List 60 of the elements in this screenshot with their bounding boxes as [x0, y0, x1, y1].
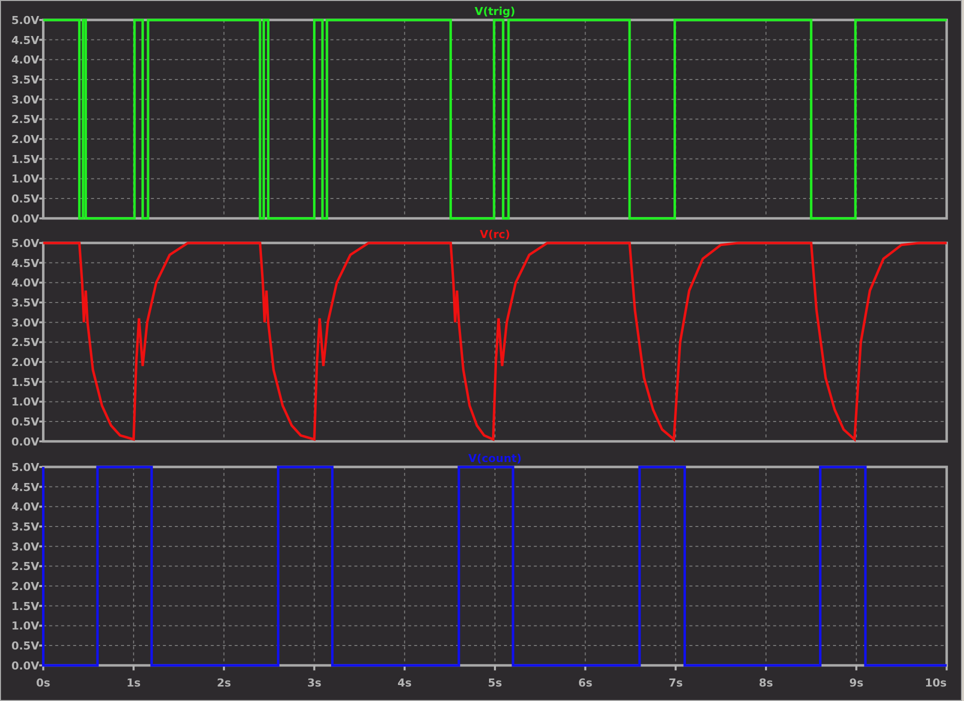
y-tick-label: 1.0V	[11, 172, 40, 186]
x-tick-label: 7s	[668, 676, 683, 690]
y-tick-label: 1.5V	[11, 600, 40, 613]
y-tick-label: 4.0V	[11, 54, 40, 67]
x-tick-label: 4s	[398, 676, 412, 690]
y-tick-label: 1.0V	[11, 396, 40, 410]
y-tick-label: 3.5V	[11, 73, 40, 86]
y-tick-label: 0.0V	[11, 436, 40, 448]
x-tick-label: 9s	[849, 676, 864, 690]
y-tick-label: 3.0V	[11, 93, 40, 106]
tick-mark	[39, 604, 44, 607]
y-tick-label: 4.5V	[11, 34, 40, 47]
x-tick-label: 1s	[126, 676, 141, 690]
y-tick-label: 1.5V	[11, 376, 40, 390]
y-tick-label: 2.5V	[11, 560, 40, 573]
tick-mark	[39, 505, 44, 508]
y-tick-label: 0.0V	[11, 212, 40, 224]
x-tick-label: 0s	[36, 676, 50, 690]
y-tick-label: 0.5V	[11, 192, 40, 206]
x-tick-label: 5s	[488, 676, 502, 690]
tick-mark	[584, 665, 586, 670]
tick-mark	[404, 665, 406, 670]
tick-mark	[39, 644, 44, 646]
y-tick-label: 2.0V	[11, 356, 40, 370]
tick-mark	[39, 545, 44, 548]
tick-mark	[39, 624, 44, 626]
x-tick-label: 2s	[216, 676, 231, 690]
trace-title: V(trig)	[474, 4, 516, 18]
y-tick-label: 5.0V	[11, 14, 40, 27]
tick-mark	[39, 486, 44, 488]
tick-mark	[39, 564, 44, 567]
trace-title: V(count)	[468, 452, 522, 465]
x-tick-label: 10s	[924, 676, 947, 690]
y-tick-label: 0.0V	[11, 659, 40, 672]
y-tick-label: 3.0V	[11, 540, 40, 554]
y-tick-label: 0.5V	[11, 639, 40, 652]
x-tick-label: 3s	[307, 676, 322, 690]
tick-mark	[39, 584, 44, 587]
y-tick-label: 2.5V	[11, 336, 40, 350]
y-tick-label: 4.5V	[11, 480, 40, 494]
tick-mark	[39, 525, 44, 528]
x-tick-label: 8s	[758, 676, 774, 690]
y-tick-label: 1.5V	[11, 152, 40, 166]
x-tick-label: 6s	[578, 676, 592, 690]
y-tick-label: 4.5V	[11, 257, 40, 270]
y-tick-label: 4.0V	[11, 500, 40, 514]
y-tick-label: 5.0V	[11, 460, 40, 474]
y-tick-label: 2.5V	[11, 113, 40, 126]
y-tick-label: 1.0V	[11, 619, 40, 632]
y-tick-label: 3.5V	[11, 296, 40, 310]
y-tick-label: 0.5V	[11, 416, 40, 429]
y-tick-label: 4.0V	[11, 276, 40, 290]
y-tick-label: 3.0V	[11, 316, 40, 330]
tick-mark	[222, 665, 225, 670]
y-tick-label: 3.5V	[11, 520, 40, 534]
y-tick-label: 2.0V	[11, 133, 40, 146]
tick-mark	[765, 665, 767, 670]
y-tick-label: 5.0V	[11, 237, 40, 250]
trace-title: V(rc)	[480, 228, 510, 242]
y-tick-label: 2.0V	[11, 580, 40, 593]
